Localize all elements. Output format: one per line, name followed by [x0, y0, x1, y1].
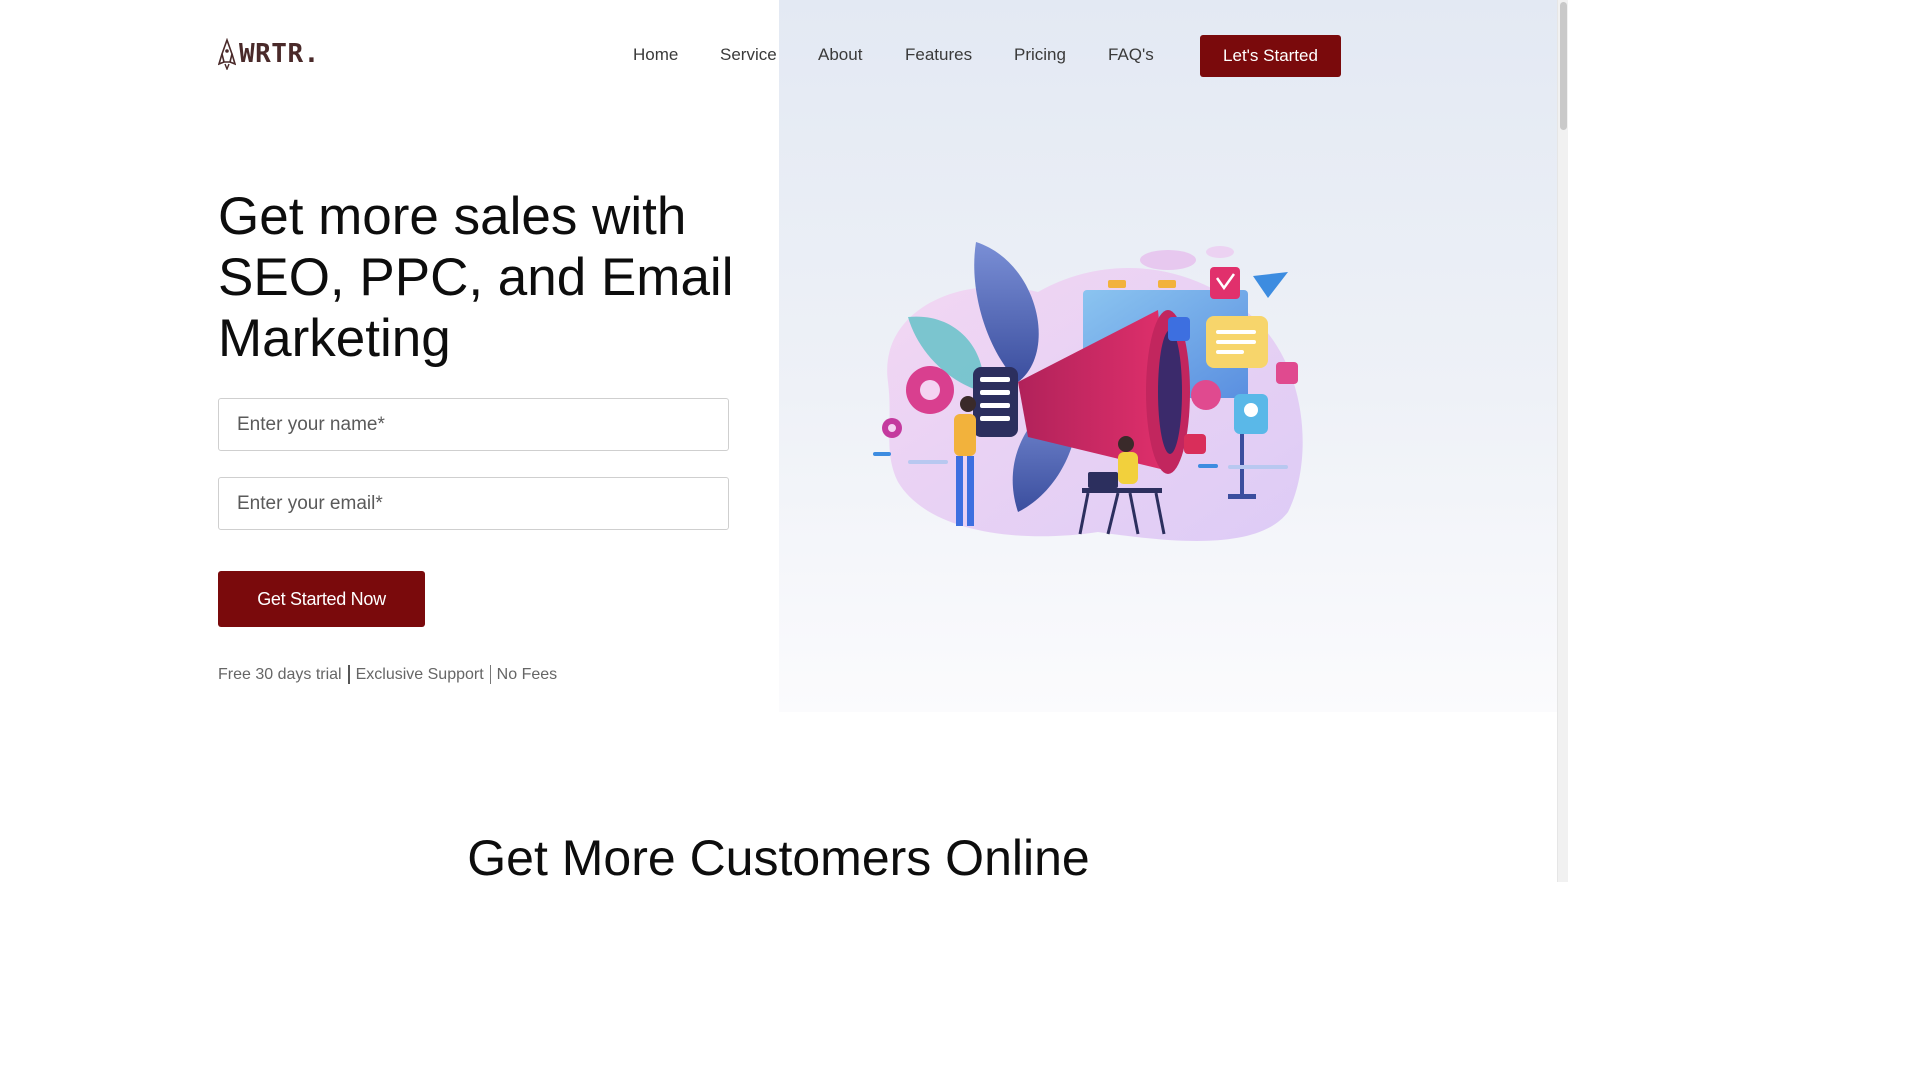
divider — [489, 665, 491, 684]
nav-item-home[interactable]: Home — [633, 44, 678, 66]
name-input[interactable] — [218, 398, 729, 451]
nav-item-pricing[interactable]: Pricing — [1014, 44, 1066, 66]
perk-exclusive-support: Exclusive Support — [355, 665, 484, 683]
marketing-megaphone-illustration — [873, 242, 1303, 541]
nav-item-faqs[interactable]: FAQ's — [1108, 44, 1154, 66]
brand-name: WRTR. — [239, 39, 320, 69]
perk-no-fees: No Fees — [496, 665, 558, 683]
email-input[interactable] — [218, 477, 729, 530]
nav-item-service[interactable]: Service — [720, 44, 777, 66]
scrollbar-thumb[interactable] — [1560, 2, 1567, 130]
divider — [347, 665, 350, 684]
page-scrollbar[interactable] — [1557, 0, 1568, 882]
rocket-logo-icon — [218, 38, 236, 70]
lets-started-button[interactable]: Let's Started — [1200, 35, 1341, 77]
hero-title: Get more sales with SEO, PPC, and Email … — [218, 187, 734, 368]
nav-item-features[interactable]: Features — [905, 44, 972, 66]
perk-free-trial: Free 30 days trial — [218, 665, 342, 683]
brand-logo[interactable]: WRTR. — [218, 38, 320, 70]
perks-list: Free 30 days trial Exclusive Support No … — [218, 665, 557, 684]
nav-item-about[interactable]: About — [818, 44, 862, 66]
section-title: Get More Customers Online — [467, 830, 1090, 886]
get-started-now-button[interactable]: Get Started Now — [218, 571, 425, 627]
